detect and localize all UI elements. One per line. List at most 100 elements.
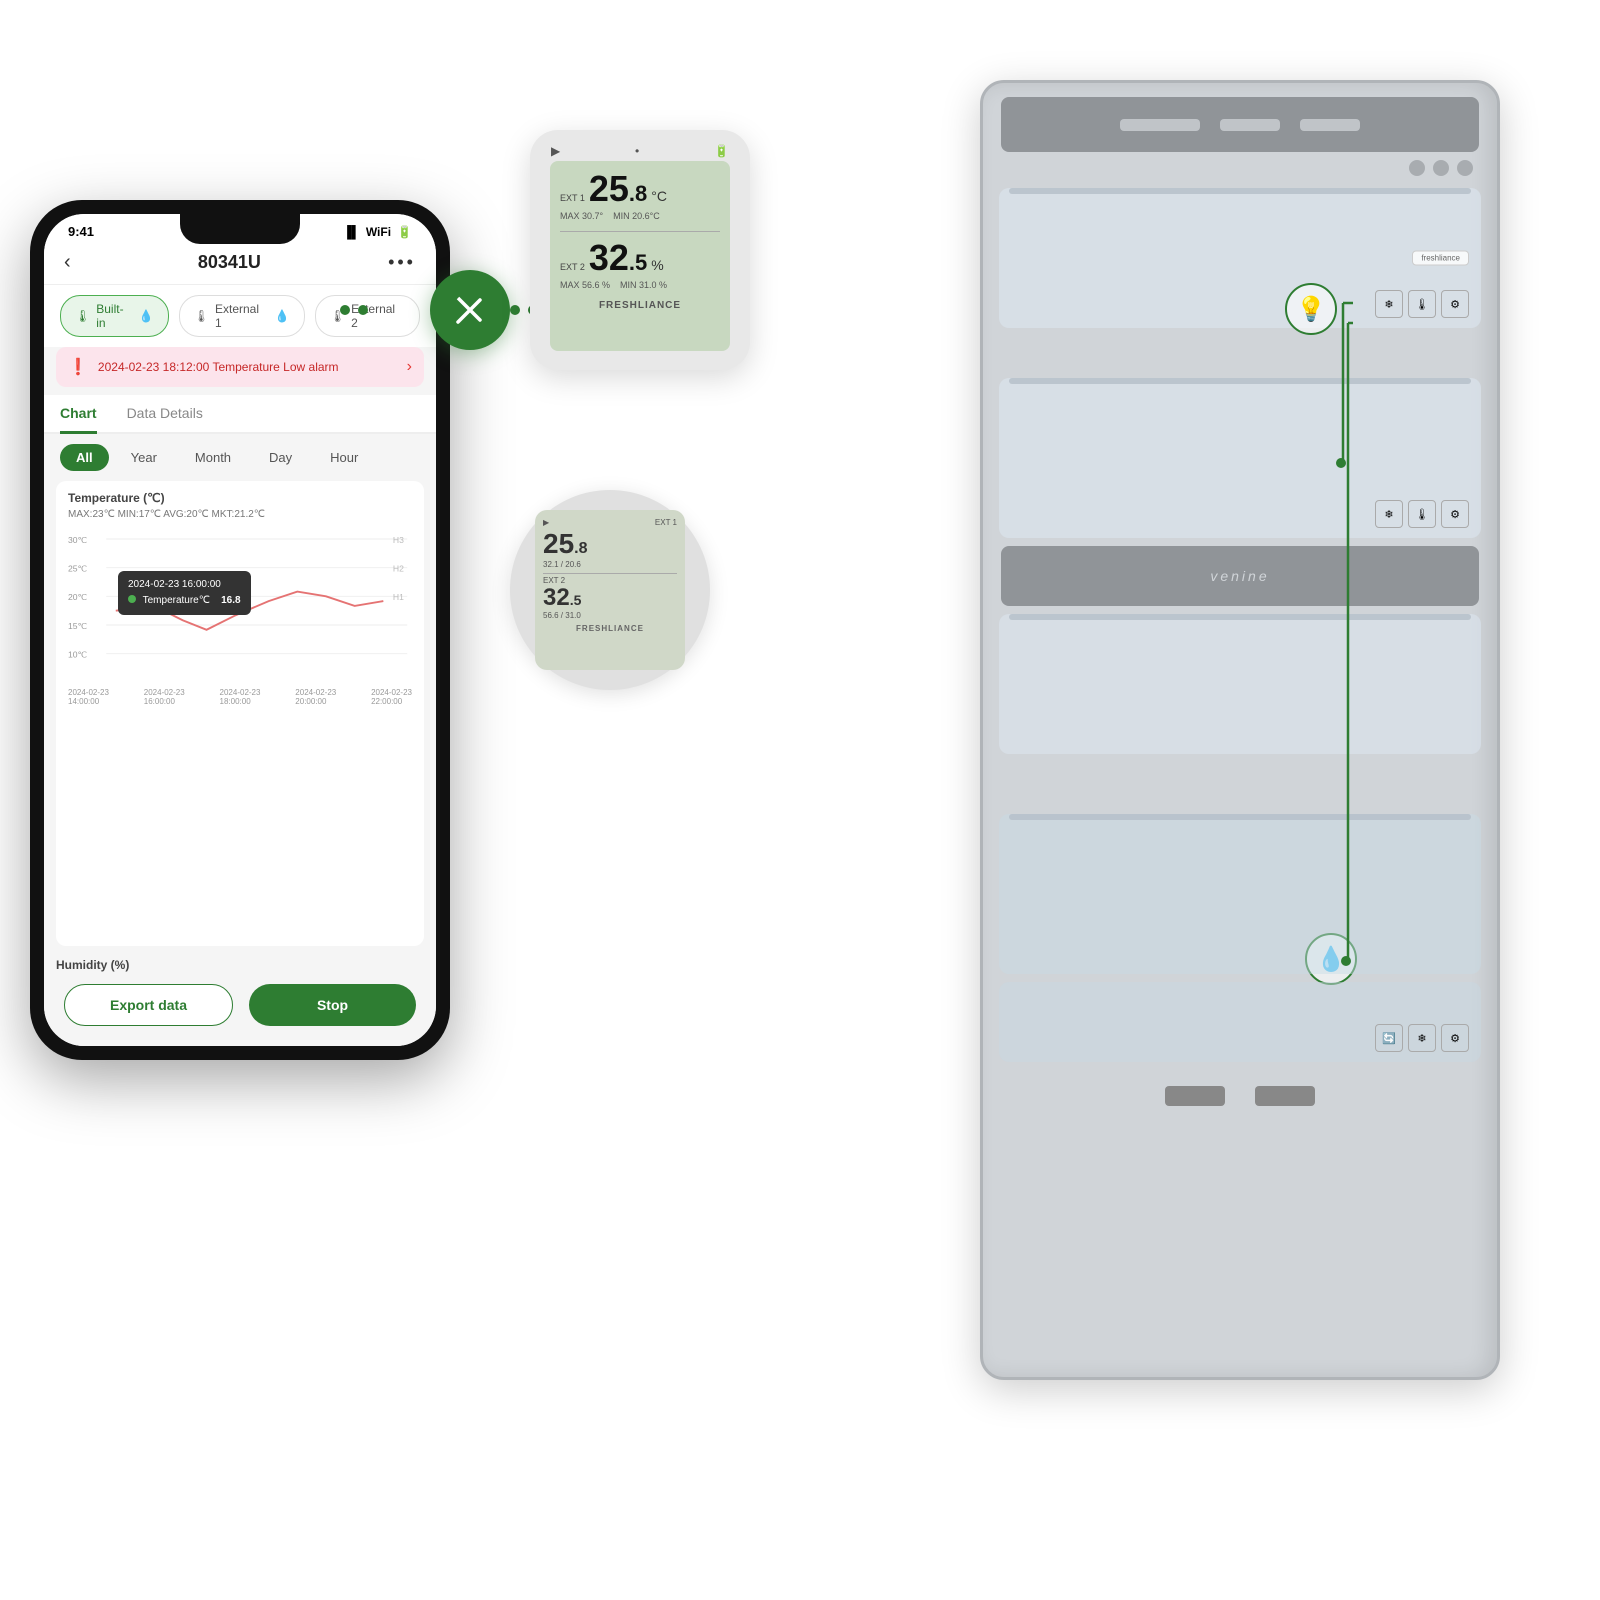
svg-text:30℃: 30℃ <box>68 535 88 545</box>
time-btn-all[interactable]: All <box>60 444 109 471</box>
svg-text:H1: H1 <box>393 592 404 602</box>
time-btn-hour[interactable]: Hour <box>314 444 374 471</box>
fridge-icon-panel-1: ❄ 🌡 ⚙ <box>1375 290 1469 318</box>
tooltip-time: 2024-02-23 16:00:00 <box>128 577 241 593</box>
thermometer-icon: 🌡 <box>75 309 90 323</box>
stop-button[interactable]: Stop <box>249 984 416 1026</box>
sensor-tab-ext1-label: External 1 <box>215 302 269 330</box>
phone-notch <box>180 214 300 244</box>
sensor-tab-builtin[interactable]: 🌡 Built-in 💧 <box>60 295 169 337</box>
time-btn-day[interactable]: Day <box>253 444 308 471</box>
freshliance-device-2: ▶ EXT 1 25.8 32.1 / 20.6 EXT 2 32.5 56.6… <box>510 490 710 690</box>
alarm-text: 2024-02-23 18:12:00 Temperature Low alar… <box>98 359 397 376</box>
fridge-icon-box-6: ⚙ <box>1441 500 1469 528</box>
chart-tooltip: 2024-02-23 16:00:00 Temperature℃ 16.8 <box>118 571 251 615</box>
humidity-label: Humidity (%) <box>44 954 436 972</box>
fridge-drawer-bar: venine <box>1001 546 1479 606</box>
ext1-min: MIN 20.6°C <box>613 211 660 221</box>
tooltip-dot <box>128 595 136 603</box>
shelf-1 <box>1009 188 1471 194</box>
app-header: ‹ 80341U ••• <box>44 243 436 285</box>
fridge-brand-label: venine <box>1210 568 1269 584</box>
ext1-max: MAX 30.7° <box>560 211 603 221</box>
fridge-section-2: ❄ 🌡 ⚙ <box>999 378 1481 538</box>
tab-data-details[interactable]: Data Details <box>127 395 203 434</box>
bt-dot-1 <box>340 305 350 315</box>
dev-s-max1: 32.1 / 20.6 <box>543 560 581 569</box>
temperature-chart-area: Temperature (℃) MAX:23℃ MIN:17℃ AVG:20℃ … <box>56 481 424 946</box>
status-time: 9:41 <box>68 224 94 239</box>
dot-2 <box>1433 160 1449 176</box>
dev-small-temp1: 25.8 <box>543 529 588 560</box>
back-button[interactable]: ‹ <box>64 251 71 274</box>
svg-text:10℃: 10℃ <box>68 649 88 659</box>
device-top-icons: ▶ • 🔋 <box>541 144 739 158</box>
fridge-icon-panel-2: ❄ 🌡 ⚙ <box>1375 500 1469 528</box>
x-label-1: 2024-02-2314:00:00 <box>68 688 109 706</box>
ext2-max: MAX 56.6 % <box>560 280 610 290</box>
fridge-icon-box-1: ❄ <box>1375 290 1403 318</box>
fridge-icon-box-9: ⚙ <box>1441 1024 1469 1052</box>
bt-dot-2 <box>358 305 368 315</box>
ext2-temp: 32.5 <box>589 240 647 276</box>
fridge-section-4 <box>999 614 1481 754</box>
fridge-section-1: freshliance ❄ 🌡 ⚙ <box>999 188 1481 328</box>
fridge-icon-box-7: 🔄 <box>1375 1024 1403 1052</box>
svg-text:H3: H3 <box>393 535 404 545</box>
freshliance-device-1: ▶ • 🔋 EXT 1 25.8 °C MAX 30.7° MIN 20.6°C… <box>530 130 750 370</box>
ext2-row: EXT 2 32.5 % <box>560 240 720 276</box>
time-btn-month[interactable]: Month <box>179 444 247 471</box>
fridge-top-panel <box>1001 97 1479 152</box>
time-range: All Year Month Day Hour <box>44 434 436 481</box>
temp-chart-stats: MAX:23℃ MIN:17℃ AVG:20℃ MKT:21.2℃ <box>68 509 412 520</box>
sensor-tabs: 🌡 Built-in 💧 🌡 External 1 💧 🌡 External 2 <box>44 285 436 347</box>
battery-icon: 🔋 <box>397 225 412 239</box>
bt-dot-3 <box>510 305 520 315</box>
divider <box>560 231 720 232</box>
svg-text:20℃: 20℃ <box>68 592 88 602</box>
ext2-unit: % <box>651 257 663 273</box>
fridge-label-tag: freshliance <box>1412 251 1469 266</box>
fridge-icon-box-2: 🌡 <box>1408 290 1436 318</box>
thermometer-icon-ext1: 🌡 <box>194 309 209 323</box>
time-btn-year[interactable]: Year <box>115 444 173 471</box>
status-icons: ▐▌ WiFi 🔋 <box>343 225 412 239</box>
export-button[interactable]: Export data <box>64 984 233 1026</box>
x-label-2: 2024-02-2316:00:00 <box>144 688 185 706</box>
fridge-icon-box-8: ❄ <box>1408 1024 1436 1052</box>
dev-small-brand: EXT 1 <box>655 518 677 527</box>
dot-3 <box>1457 160 1473 176</box>
tab-chart[interactable]: Chart <box>60 395 97 434</box>
battery-icon-dev: 🔋 <box>714 144 729 158</box>
fridge-section-6: 🔄 ❄ ⚙ <box>999 982 1481 1062</box>
more-button[interactable]: ••• <box>388 252 416 273</box>
alarm-arrow: › <box>407 358 412 376</box>
svg-text:H2: H2 <box>393 563 404 573</box>
fridge-temp-sensor: 💡 <box>1285 283 1337 335</box>
bottom-buttons: Export data Stop <box>44 972 436 1046</box>
device-screen: EXT 1 25.8 °C MAX 30.7° MIN 20.6°C EXT 2… <box>550 161 730 351</box>
device-small-inner: ▶ EXT 1 25.8 32.1 / 20.6 EXT 2 32.5 56.6… <box>535 510 685 670</box>
sensor-tab-ext2[interactable]: 🌡 External 2 <box>315 295 420 337</box>
fridge-icon-box-4: ❄ <box>1375 500 1403 528</box>
alarm-bar[interactable]: ❗ 2024-02-23 18:12:00 Temperature Low al… <box>56 347 424 387</box>
signal-icon: ▐▌ <box>343 225 360 239</box>
panel-element-2 <box>1220 119 1280 131</box>
phone-mockup: 9:41 ▐▌ WiFi 🔋 ‹ 80341U ••• 🌡 Built-in 💧 <box>30 200 450 1100</box>
alarm-icon: ❗ <box>68 357 88 377</box>
foot-2 <box>1255 1086 1315 1106</box>
x-label-3: 2024-02-2318:00:00 <box>220 688 261 706</box>
dev-small-play: ▶ <box>543 518 549 527</box>
drop-icon: 💧 <box>139 309 154 323</box>
ext1-row: EXT 1 25.8 °C <box>560 171 720 207</box>
ext1-label: EXT 1 <box>560 193 585 203</box>
tooltip-label: Temperature℃ <box>143 595 210 606</box>
ext2-label: EXT 2 <box>560 262 585 272</box>
sensor-tab-ext1[interactable]: 🌡 External 1 💧 <box>179 295 305 337</box>
ext1-unit: °C <box>651 188 667 204</box>
device-brand: FRESHLIANCE <box>560 300 720 311</box>
shelf-4 <box>1009 614 1471 620</box>
bluetooth-icon <box>448 288 492 332</box>
play-icon: ▶ <box>551 144 560 158</box>
mounting-dots <box>983 160 1497 180</box>
